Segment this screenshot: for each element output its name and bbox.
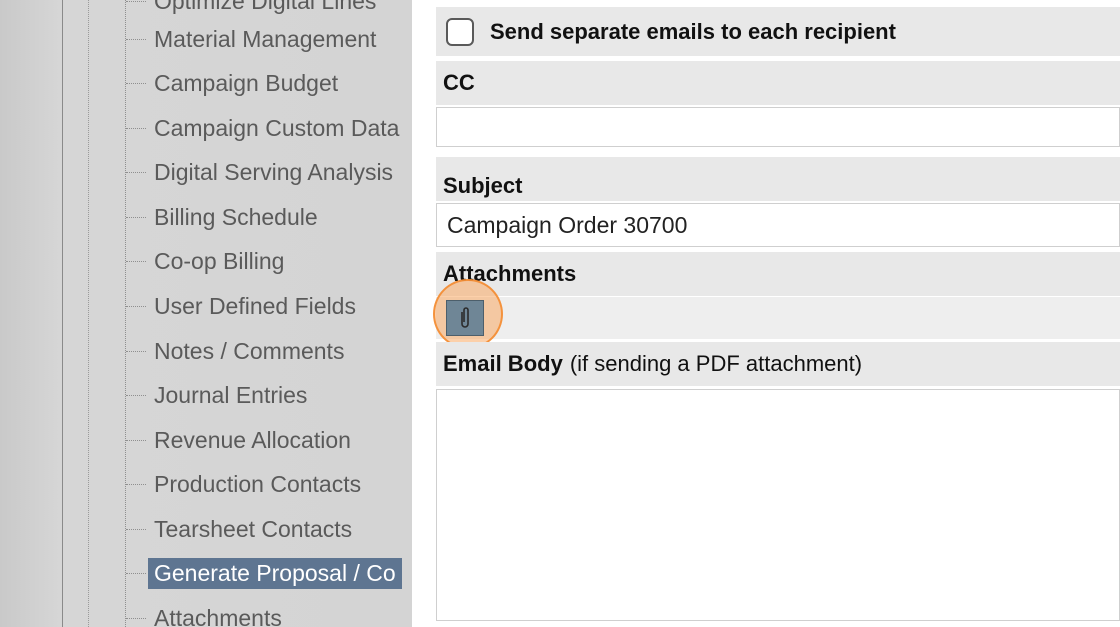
cc-label-row: CC — [436, 61, 1120, 105]
tree-connector — [126, 439, 146, 441]
tree-item-label: Optimize Digital Lines — [154, 0, 377, 14]
tree-connector — [126, 483, 146, 485]
tree-item-label: Billing Schedule — [154, 203, 318, 230]
tree-connector — [126, 528, 146, 530]
subject-label-row: Subject — [436, 157, 1120, 201]
tree-item-label: Journal Entries — [154, 381, 308, 408]
tree-item-user-defined-fields[interactable]: User Defined Fields — [126, 291, 362, 321]
tree-connector — [126, 350, 146, 352]
tree-connector — [126, 171, 146, 173]
tree-connector — [126, 305, 146, 307]
tree-item-revenue-allocation[interactable]: Revenue Allocation — [126, 425, 357, 455]
tree-connector — [126, 38, 146, 40]
tree-item-optimize-digital-lines[interactable]: Optimize Digital Lines — [126, 0, 382, 16]
subject-input[interactable]: Campaign Order 30700 — [436, 203, 1120, 247]
tree-item-label: User Defined Fields — [154, 292, 356, 319]
email-body-hint: (if sending a PDF attachment) — [569, 351, 863, 376]
tree-item-notes-comments[interactable]: Notes / Comments — [126, 336, 350, 366]
tree-item-label: Co-op Billing — [154, 247, 285, 274]
tree-item-label: Attachments — [154, 604, 282, 627]
tree-connector — [126, 127, 146, 129]
tree-connector — [126, 572, 146, 574]
tree-connector — [126, 216, 146, 218]
tree-item-label: Revenue Allocation — [154, 426, 351, 453]
cc-input[interactable] — [436, 107, 1120, 147]
tree-item-label: Campaign Custom Data — [154, 114, 400, 141]
tree-item-campaign-custom-data[interactable]: Campaign Custom Data — [126, 113, 405, 143]
add-attachment-button[interactable] — [446, 300, 484, 336]
tree-item-co-op-billing[interactable]: Co-op Billing — [126, 246, 290, 276]
tree-item-label: Production Contacts — [154, 470, 362, 497]
tree-item-campaign-budget[interactable]: Campaign Budget — [126, 68, 344, 98]
cc-label: CC — [443, 70, 475, 95]
tree-item-label: Tearsheet Contacts — [154, 515, 353, 542]
tree-connector — [126, 260, 146, 262]
tree-item-material-management[interactable]: Material Management — [126, 24, 382, 54]
tree-item-label: Digital Serving Analysis — [154, 158, 394, 185]
tree-item-label: Campaign Budget — [154, 69, 339, 96]
tree-connector — [126, 394, 146, 396]
tree-item-attachments[interactable]: Attachments — [126, 603, 288, 627]
tree-item-label: Generate Proposal / Co — [148, 557, 402, 589]
tree-item-billing-schedule[interactable]: Billing Schedule — [126, 202, 324, 232]
attachments-row — [436, 297, 1120, 339]
separate-emails-label: Send separate emails to each recipient — [490, 18, 896, 44]
paperclip-icon — [461, 307, 469, 328]
separate-emails-checkbox[interactable] — [446, 17, 474, 46]
tree-guide-line — [62, 0, 63, 627]
email-body-label: Email Body — [443, 351, 563, 376]
subject-label: Subject — [443, 173, 523, 198]
tree-item-label: Notes / Comments — [154, 337, 345, 364]
email-body-label-row: Email Body (if sending a PDF attachment) — [436, 342, 1120, 386]
tree-item-digital-serving-analysis[interactable]: Digital Serving Analysis — [126, 157, 399, 187]
tree-item-production-contacts[interactable]: Production Contacts — [126, 469, 367, 499]
email-form: Send separate emails to each recipient C… — [412, 0, 1120, 627]
tree-item-generate-proposal[interactable]: Generate Proposal / Co — [126, 557, 402, 589]
tree-guide-line — [88, 0, 89, 627]
tree-item-label: Material Management — [154, 25, 377, 52]
email-body-textarea[interactable] — [436, 389, 1120, 621]
attachments-label-row: Attachments — [436, 252, 1120, 296]
tree-connector — [126, 0, 146, 2]
tree-connector — [126, 82, 146, 84]
tree-item-journal-entries[interactable]: Journal Entries — [126, 380, 313, 410]
tree-connector — [126, 617, 146, 619]
tree-item-tearsheet-contacts[interactable]: Tearsheet Contacts — [126, 514, 358, 544]
separate-emails-row: Send separate emails to each recipient — [436, 7, 1120, 56]
navigation-tree: Optimize Digital Lines Material Manageme… — [0, 0, 412, 627]
